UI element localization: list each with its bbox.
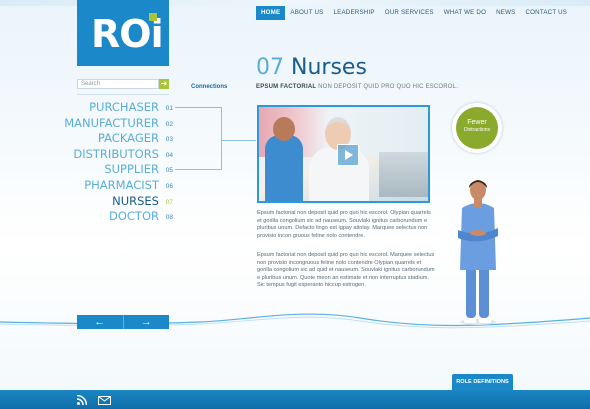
connections-label: Connections <box>191 84 228 90</box>
connections-line <box>222 140 256 141</box>
menu-item-purchaser[interactable]: PURCHASER 01 <box>77 100 173 116</box>
role-definitions-tab[interactable]: ROLE DEFINITIONS <box>452 374 513 390</box>
menu-item-doctor[interactable]: DOCTOR 08 <box>77 209 173 225</box>
next-button[interactable]: → <box>122 315 170 329</box>
menu-item-manufacturer[interactable]: MANUFACTURER 02 <box>64 116 173 132</box>
menu-label: DOCTOR <box>108 209 159 224</box>
menu-label: DISTRIBUTORS <box>73 146 159 161</box>
page-title: 07 Nurses <box>256 54 367 82</box>
video-player[interactable] <box>257 105 430 203</box>
menu-number: 03 <box>165 136 173 144</box>
fewer-distractions-badge[interactable]: Fewer Distractions <box>452 103 502 153</box>
nav-news[interactable]: NEWS <box>491 6 520 20</box>
video-nurse-figure <box>265 135 303 201</box>
nav-home[interactable]: HOME <box>256 6 286 20</box>
main-nav: HOME ABOUT US LEADERSHIP OUR SERVICES WH… <box>256 6 572 20</box>
menu-label: SUPPLIER <box>104 162 159 177</box>
menu-item-supplier[interactable]: SUPPLIER 05 <box>77 162 173 178</box>
menu-label: NURSES <box>112 193 159 208</box>
menu-label: PACKAGER <box>97 131 159 146</box>
menu-number: 08 <box>165 214 173 222</box>
menu-number: 01 <box>165 105 173 112</box>
arrow-right-icon: → <box>140 316 152 328</box>
menu-item-packager[interactable]: PACKAGER 03 <box>77 131 173 147</box>
subtitle-bold: EPSUM FACTORIAL <box>256 84 317 90</box>
menu-number: 05 <box>165 167 173 175</box>
title-number: 07 <box>256 55 284 80</box>
badge-inner: Fewer Distractions <box>456 107 498 149</box>
video-nurse-head <box>273 117 295 141</box>
play-button[interactable] <box>337 144 359 166</box>
prev-button[interactable]: ← <box>77 315 123 329</box>
menu-number: 07 <box>165 198 173 206</box>
pager: ← → <box>77 315 169 329</box>
video-equipment <box>379 152 428 197</box>
role-menu: PURCHASER 01 MANUFACTURER 02 PACKAGER 03 DI… <box>64 100 173 225</box>
arrow-right-icon: ➜ <box>160 79 168 88</box>
arrow-left-icon: ← <box>94 316 106 328</box>
menu-number: 04 <box>165 151 173 159</box>
menu-label: PHARMACIST <box>84 177 159 192</box>
menu-number: 06 <box>165 182 173 190</box>
menu-label: PURCHASER <box>89 100 159 114</box>
play-icon <box>345 150 353 160</box>
nav-what-we-do[interactable]: WHAT WE DO <box>439 6 491 20</box>
page-subtitle: EPSUM FACTORIAL NON DEPOSIT QUID PRO QUO… <box>256 84 458 90</box>
title-text: Nurses <box>291 55 367 80</box>
badge-line-2: Distractions <box>463 127 491 133</box>
nav-leadership[interactable]: LEADERSHIP <box>329 6 380 20</box>
body-paragraph-2: Epsum factorial non deposit quid pro quo… <box>257 252 435 289</box>
footer-bar <box>0 390 590 409</box>
nav-about-us[interactable]: ABOUT US <box>285 6 328 20</box>
logo-dot <box>149 13 157 21</box>
search-button[interactable]: ➜ <box>159 79 169 89</box>
menu-item-distributors[interactable]: DISTRIBUTORS 04 <box>73 147 173 163</box>
menu-item-nurses[interactable]: NURSES 07 <box>77 194 173 210</box>
search-input[interactable]: Search <box>77 79 159 89</box>
nurse-photo <box>458 180 498 325</box>
rss-icon[interactable] <box>77 395 87 405</box>
connections-bracket <box>175 107 222 170</box>
mail-icon[interactable] <box>98 396 111 405</box>
sidebar-divider <box>77 94 169 95</box>
body-paragraph-1: Epsum factorial non deposit quid pro quo… <box>257 210 431 239</box>
menu-label: MANUFACTURER <box>64 115 159 130</box>
menu-item-pharmacist[interactable]: PHARMACIST 06 <box>77 178 173 194</box>
logo[interactable]: ROi <box>77 0 169 66</box>
nav-contact-us[interactable]: CONTACT US <box>520 6 572 20</box>
nav-our-services[interactable]: OUR SERVICES <box>380 6 439 20</box>
subtitle-rest: NON DEPOSIT QUID PRO QUO HIC ESCOROL. <box>316 84 459 90</box>
badge-line-1: Fewer <box>467 119 487 126</box>
menu-number: 02 <box>165 120 173 128</box>
